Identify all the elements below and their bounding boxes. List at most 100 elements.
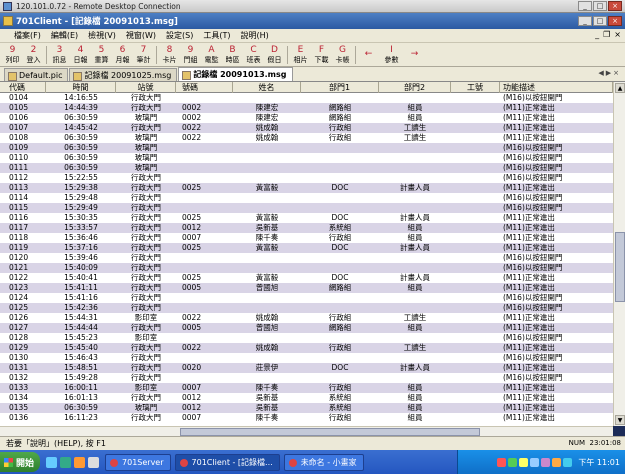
count-button[interactable]: 7 筆計: [133, 44, 154, 66]
rd-maximize-button[interactable]: □: [593, 1, 607, 11]
table-row[interactable]: 0130 15:46:43 行政大門 (M16)以按鈕開門: [0, 353, 613, 363]
table-row[interactable]: 0132 15:49:28 行政大門 (M16)以按鈕開門: [0, 373, 613, 383]
menu-help[interactable]: 說明(H): [235, 30, 273, 41]
tab-log-20091013[interactable]: 記錄檔 20091013.msg: [178, 67, 293, 81]
table-row[interactable]: 0110 06:30:59 玻璃門 (M16)以按鈕開門: [0, 153, 613, 163]
tab-log-20091025[interactable]: 記錄檔 20091025.msg: [69, 68, 178, 81]
vertical-scroll-thumb[interactable]: [615, 232, 625, 302]
scroll-up-icon[interactable]: ▲: [615, 83, 625, 93]
rd-minimize-button[interactable]: _: [578, 1, 592, 11]
task-paint[interactable]: 未命名 - 小畫家: [283, 453, 364, 471]
app-minimize-button[interactable]: _: [578, 16, 592, 26]
table-row[interactable]: 0135 06:30:59 玻璃門 0012 吳新基 系統組 組員 (M11)正常進出: [0, 403, 613, 413]
table-row[interactable]: 0134 16:01:13 行政大門 0012 吳新基 系統組 組員 (M11)正常進出: [0, 393, 613, 403]
horizontal-scroll-thumb[interactable]: [180, 428, 480, 436]
menu-file[interactable]: 檔案(F): [0, 30, 46, 41]
col-description[interactable]: 功能描述: [500, 82, 613, 93]
table-row[interactable]: 0125 15:42:36 行政大門 (M16)以按鈕開門: [0, 303, 613, 313]
table-row[interactable]: 0133 16:00:11 影印室 0007 陳千奏 行政組 組員 (M11)正常進出: [0, 383, 613, 393]
horizontal-scrollbar[interactable]: [0, 426, 613, 436]
col-code[interactable]: 代碼: [0, 82, 46, 93]
task-701server[interactable]: 701Server: [105, 453, 171, 471]
door-group-button[interactable]: 9 門組: [180, 44, 201, 66]
show-desktop-icon[interactable]: [46, 456, 58, 468]
card-button[interactable]: 8 卡片: [159, 44, 180, 66]
tab-scroll-arrows-icon[interactable]: ◀▶×: [598, 69, 621, 77]
table-row[interactable]: 0109 06:30:59 玻璃門 (M16)以按鈕開門: [0, 143, 613, 153]
forward-button[interactable]: →: [404, 44, 425, 66]
mdi-minimize-icon[interactable]: _: [595, 30, 599, 39]
task-701client[interactable]: 701Client - [記錄檔...: [174, 453, 280, 471]
start-button[interactable]: 開始: [0, 452, 41, 472]
col-station[interactable]: 站號: [116, 82, 176, 93]
shift-button[interactable]: C 班表: [243, 44, 264, 66]
table-row[interactable]: 0117 15:33:57 行政大門 0012 吳新基 系統組 組員 (M11)正常進出: [0, 223, 613, 233]
vertical-scrollbar[interactable]: ▲ ▼: [613, 82, 625, 426]
table-row[interactable]: 0108 06:30:59 玻璃門 0022 姚成翰 行政組 工讀生 (M11)正常進出: [0, 133, 613, 143]
table-row[interactable]: 0106 06:30:59 玻璃門 0002 陳建宏 網路組 組員 (M11)正常進出: [0, 113, 613, 123]
recalculate-button[interactable]: 5 重算: [91, 44, 112, 66]
firefox-icon[interactable]: [74, 456, 86, 468]
scroll-down-icon[interactable]: ▼: [615, 415, 625, 425]
col-time[interactable]: 時間: [46, 82, 116, 93]
table-row[interactable]: 0105 14:44:39 行政大門 0002 陳建宏 網路組 組員 (M11)正常進出: [0, 103, 613, 113]
table-row[interactable]: 0124 15:41:16 行政大門 (M16)以按鈕開門: [0, 293, 613, 303]
tray-ime-icon[interactable]: [563, 457, 573, 467]
table-row[interactable]: 0131 15:48:51 行政大門 0020 莊景伊 DOC 計畫人員 (M11)正常進出: [0, 363, 613, 373]
table-row[interactable]: 0129 15:45:40 行政大門 0022 姚成翰 行政組 工讀生 (M11)正常進出: [0, 343, 613, 353]
table-row[interactable]: 0118 15:36:46 行政大門 0007 陳千奏 行政組 組員 (M11)正常進出: [0, 233, 613, 243]
app-close-button[interactable]: ×: [608, 16, 622, 26]
col-employee-id[interactable]: 工號: [451, 82, 500, 93]
table-row[interactable]: 0122 15:40:41 行政大門 0025 黃富毅 DOC 計畫人員 (M11)正常進出: [0, 273, 613, 283]
menu-tools[interactable]: 工具(T): [198, 30, 235, 41]
explorer-icon[interactable]: [88, 456, 100, 468]
monitor-button[interactable]: A 電監: [201, 44, 222, 66]
table-row[interactable]: 0121 15:40:09 行政大門 (M16)以按鈕開門: [0, 263, 613, 273]
tray-volume-icon[interactable]: [530, 457, 540, 467]
back-button[interactable]: ←: [358, 44, 379, 66]
tray-update-icon[interactable]: [519, 457, 529, 467]
table-row[interactable]: 0123 15:41:11 行政大門 0005 曾國旭 網路組 組員 (M11)正常進出: [0, 283, 613, 293]
mdi-close-icon[interactable]: ×: [614, 30, 621, 39]
card-account-button[interactable]: G 卡帳: [332, 44, 353, 66]
table-row[interactable]: 0113 15:29:38 行政大門 0025 黃富毅 DOC 計畫人員 (M11)正常進出: [0, 183, 613, 193]
col-dept1[interactable]: 部門1: [301, 82, 379, 93]
table-row[interactable]: 0119 15:37:16 行政大門 0025 黃富毅 DOC 計畫人員 (M11)正常進出: [0, 243, 613, 253]
table-row[interactable]: 0107 14:45:42 行政大門 0022 姚成翰 行政組 工讀生 (M11)正常進出: [0, 123, 613, 133]
daily-report-button[interactable]: 4 日報: [70, 44, 91, 66]
col-name[interactable]: 姓名: [233, 82, 301, 93]
tray-antivirus-icon[interactable]: [497, 457, 507, 467]
mdi-restore-icon[interactable]: ❐: [603, 30, 610, 39]
table-row[interactable]: 0120 15:39:46 行政大門 (M16)以按鈕開門: [0, 253, 613, 263]
tab-default-pic[interactable]: Default.pic: [4, 68, 69, 81]
menu-edit[interactable]: 編輯(E): [46, 30, 83, 41]
download-button[interactable]: F 下載: [311, 44, 332, 66]
time-zone-button[interactable]: B 時區: [222, 44, 243, 66]
table-row[interactable]: 0114 15:29:48 行政大門 (M16)以按鈕開門: [0, 193, 613, 203]
col-number[interactable]: 號碼: [176, 82, 233, 93]
app-maximize-button[interactable]: □: [593, 16, 607, 26]
print-button[interactable]: 9 列印: [2, 44, 23, 66]
table-row[interactable]: 0126 15:44:31 影印室 0022 姚成翰 行政組 工讀生 (M11)正常進出: [0, 313, 613, 323]
parameters-button[interactable]: I 參數: [379, 44, 404, 66]
monthly-report-button[interactable]: 6 月報: [112, 44, 133, 66]
tray-network-icon[interactable]: [508, 457, 518, 467]
tray-messenger-icon[interactable]: [541, 457, 551, 467]
browser-icon[interactable]: [60, 456, 72, 468]
menu-view[interactable]: 檢視(V): [83, 30, 121, 41]
table-row[interactable]: 0115 15:29:49 行政大門 (M16)以按鈕開門: [0, 203, 613, 213]
table-row[interactable]: 0116 15:30:35 行政大門 0025 黃富毅 DOC 計畫人員 (M11)正常進出: [0, 213, 613, 223]
message-button[interactable]: 3 訊息: [49, 44, 70, 66]
login-button[interactable]: 2 登入: [23, 44, 44, 66]
table-row[interactable]: 0136 16:11:23 行政大門 0007 陳千奏 行政組 組員 (M11)正常進出: [0, 413, 613, 423]
menu-window[interactable]: 視窗(W): [121, 30, 161, 41]
table-row[interactable]: 0128 15:45:23 影印室 (M16)以按鈕開門: [0, 333, 613, 343]
table-row[interactable]: 0104 14:16:55 行政大門 (M16)以按鈕開門: [0, 93, 613, 103]
tray-security-icon[interactable]: [552, 457, 562, 467]
col-dept2[interactable]: 部門2: [379, 82, 451, 93]
table-row[interactable]: 0112 15:22:55 行政大門 (M16)以按鈕開門: [0, 173, 613, 183]
table-row[interactable]: 0127 15:44:44 行政大門 0005 曾國旭 網路組 組員 (M11)正常進出: [0, 323, 613, 333]
photo-button[interactable]: E 相片: [290, 44, 311, 66]
holiday-button[interactable]: D 假日: [264, 44, 285, 66]
table-row[interactable]: 0111 06:30:59 玻璃門 (M16)以按鈕開門: [0, 163, 613, 173]
